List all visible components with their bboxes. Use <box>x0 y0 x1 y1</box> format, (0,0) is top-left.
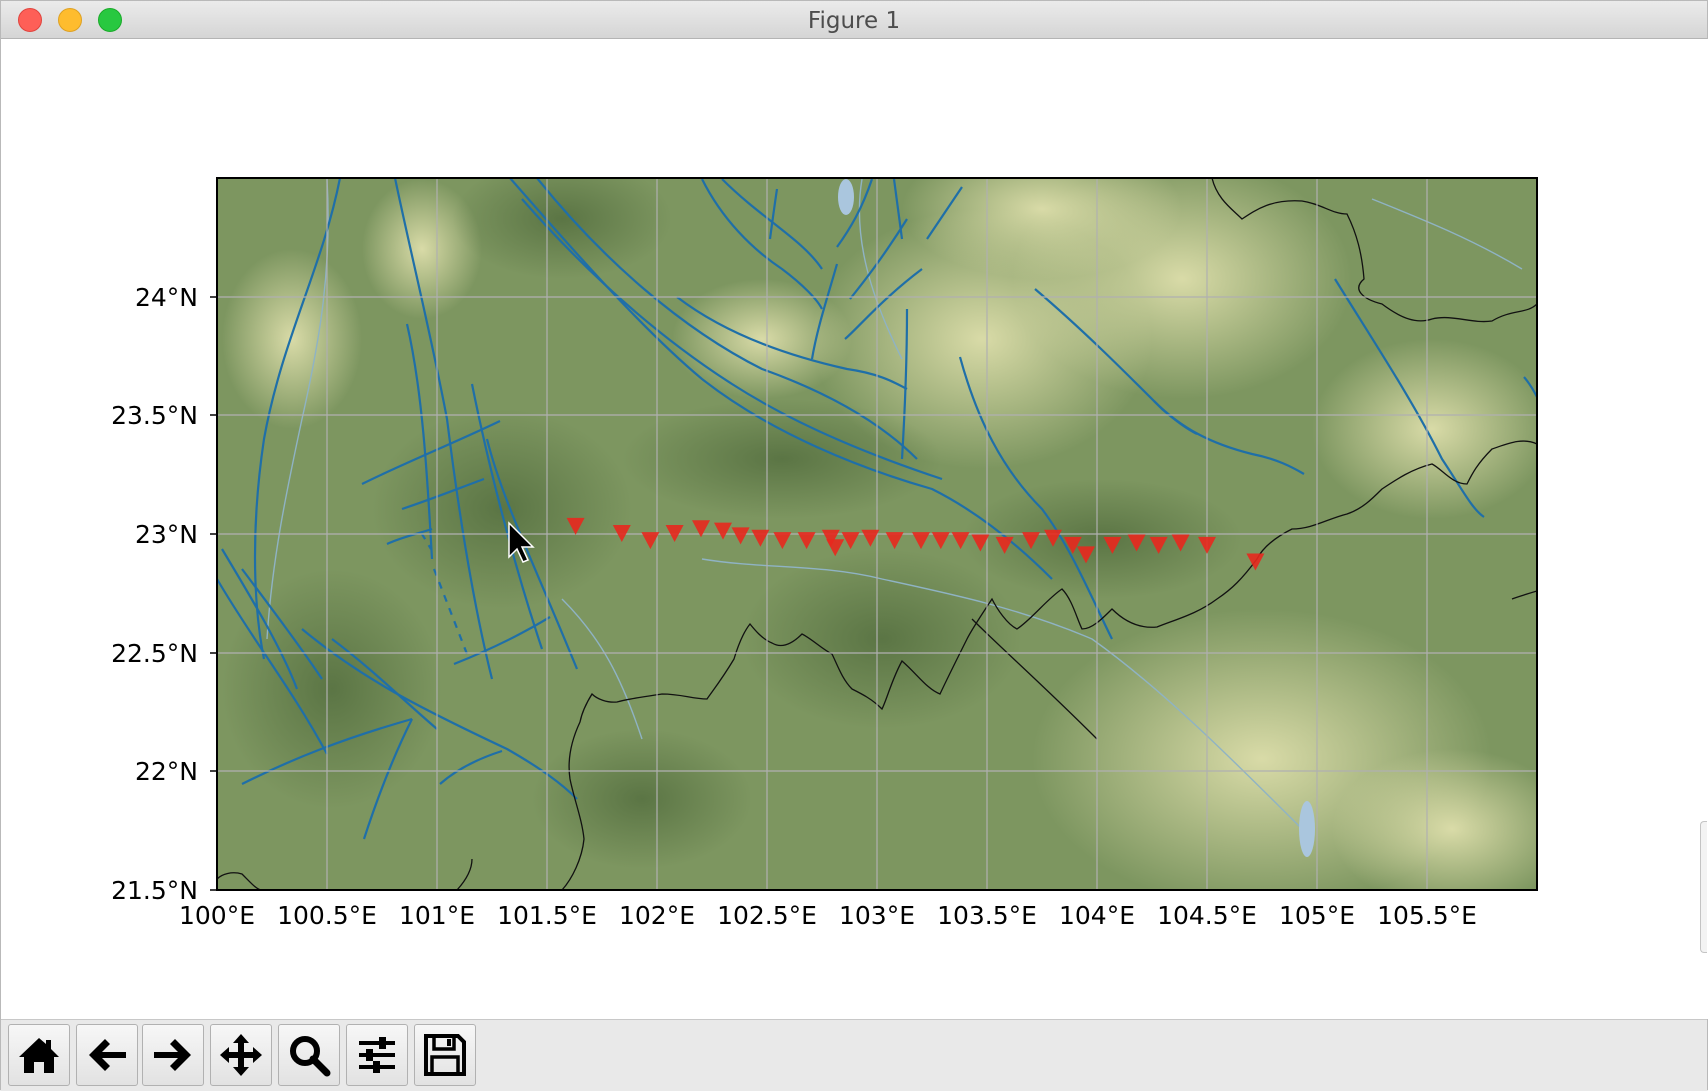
y-tick-label: 22°N <box>135 757 198 786</box>
x-tick-label: 105°E <box>1279 901 1355 930</box>
title-bar[interactable]: Figure 1 <box>1 1 1707 39</box>
x-tick-label: 101°E <box>399 901 475 930</box>
map-area[interactable] <box>217 139 1572 909</box>
arrow-right-icon <box>154 1039 191 1071</box>
arrow-left-icon <box>89 1039 126 1071</box>
x-tick-label: 105.5°E <box>1377 901 1477 930</box>
back-button[interactable] <box>76 1024 138 1086</box>
navigation-toolbar <box>1 1019 1707 1091</box>
x-tick-label: 101.5°E <box>497 901 597 930</box>
window-title: Figure 1 <box>807 8 901 34</box>
sliders-icon <box>359 1037 395 1073</box>
x-tick-label: 104°E <box>1059 901 1135 930</box>
window-edge-handle[interactable] <box>1700 821 1707 953</box>
map-figure[interactable]: 24°N 23.5°N 23°N 22.5°N 22°N 21.5°N 100°… <box>2 39 1708 1019</box>
x-tick-label: 104.5°E <box>1157 901 1257 930</box>
move-icon <box>220 1034 262 1076</box>
x-axis: 100°E 100.5°E 101°E 101.5°E 102°E 102.5°… <box>179 901 1477 930</box>
y-tick-label: 23°N <box>135 520 198 549</box>
configure-subplots-button[interactable] <box>346 1024 408 1086</box>
lake <box>838 179 854 215</box>
x-tick-label: 100.5°E <box>277 901 377 930</box>
home-button[interactable] <box>8 1024 70 1086</box>
forward-button[interactable] <box>142 1024 204 1086</box>
lake <box>1299 801 1315 857</box>
zoom-button[interactable] <box>278 1024 340 1086</box>
magnifier-icon <box>290 1036 331 1077</box>
x-tick-label: 100°E <box>179 901 255 930</box>
home-icon <box>19 1038 59 1073</box>
floppy-disk-icon <box>424 1034 466 1076</box>
y-axis: 24°N 23.5°N 23°N 22.5°N 22°N 21.5°N <box>111 283 217 905</box>
x-tick-label: 103°E <box>839 901 915 930</box>
x-tick-label: 102.5°E <box>717 901 817 930</box>
save-button[interactable] <box>414 1024 476 1086</box>
y-tick-label: 23.5°N <box>111 401 198 430</box>
pan-button[interactable] <box>210 1024 272 1086</box>
y-tick-label: 22.5°N <box>111 639 198 668</box>
y-tick-label: 24°N <box>135 283 198 312</box>
figure-canvas[interactable]: 24°N 23.5°N 23°N 22.5°N 22°N 21.5°N 100°… <box>2 39 1708 1019</box>
x-tick-label: 102°E <box>619 901 695 930</box>
x-tick-label: 103.5°E <box>937 901 1037 930</box>
figure-window: Figure 1 24°N 23.5°N 23°N 22.5°N 22°N 21… <box>0 0 1708 1091</box>
